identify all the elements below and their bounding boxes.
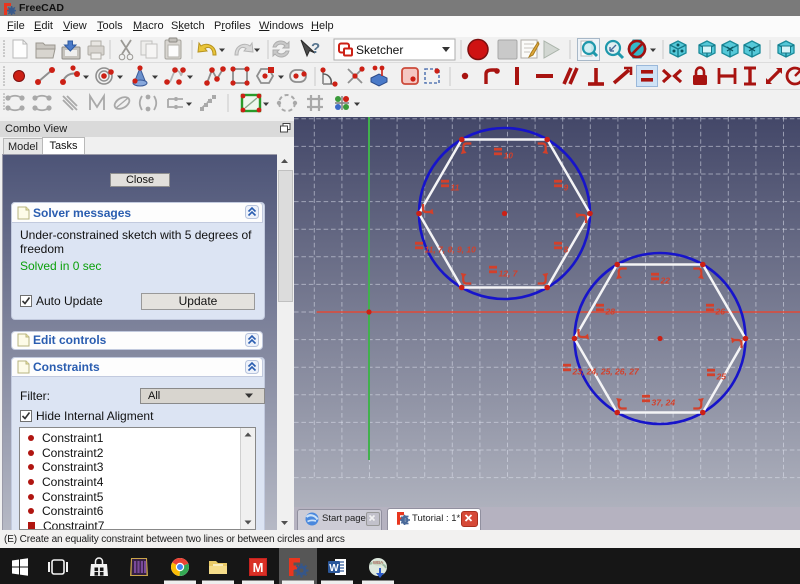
svg-text:23, 24, 25, 26, 27: 23, 24, 25, 26, 27 xyxy=(572,367,640,377)
svg-text:WBA: WBA xyxy=(373,560,383,565)
svg-text:M: M xyxy=(253,560,264,575)
svg-text:8: 8 xyxy=(564,245,569,255)
svg-text:37, 24: 37, 24 xyxy=(652,398,676,408)
svg-text:Sketcher: Sketcher xyxy=(356,43,403,57)
svg-text:25: 25 xyxy=(716,372,727,382)
svg-text:10: 10 xyxy=(504,151,514,161)
svg-text:26: 26 xyxy=(715,307,726,317)
svg-text:W: W xyxy=(329,563,339,574)
svg-text:11, 7, 8, 9, 10: 11, 7, 8, 9, 10 xyxy=(425,245,477,255)
svg-text:11: 11 xyxy=(451,183,460,193)
svg-text:22: 22 xyxy=(660,276,671,286)
svg-text:28: 28 xyxy=(605,307,616,317)
svg-text:12, 7: 12, 7 xyxy=(499,269,519,279)
svg-text:?: ? xyxy=(311,40,320,57)
svg-text:9: 9 xyxy=(564,183,569,193)
